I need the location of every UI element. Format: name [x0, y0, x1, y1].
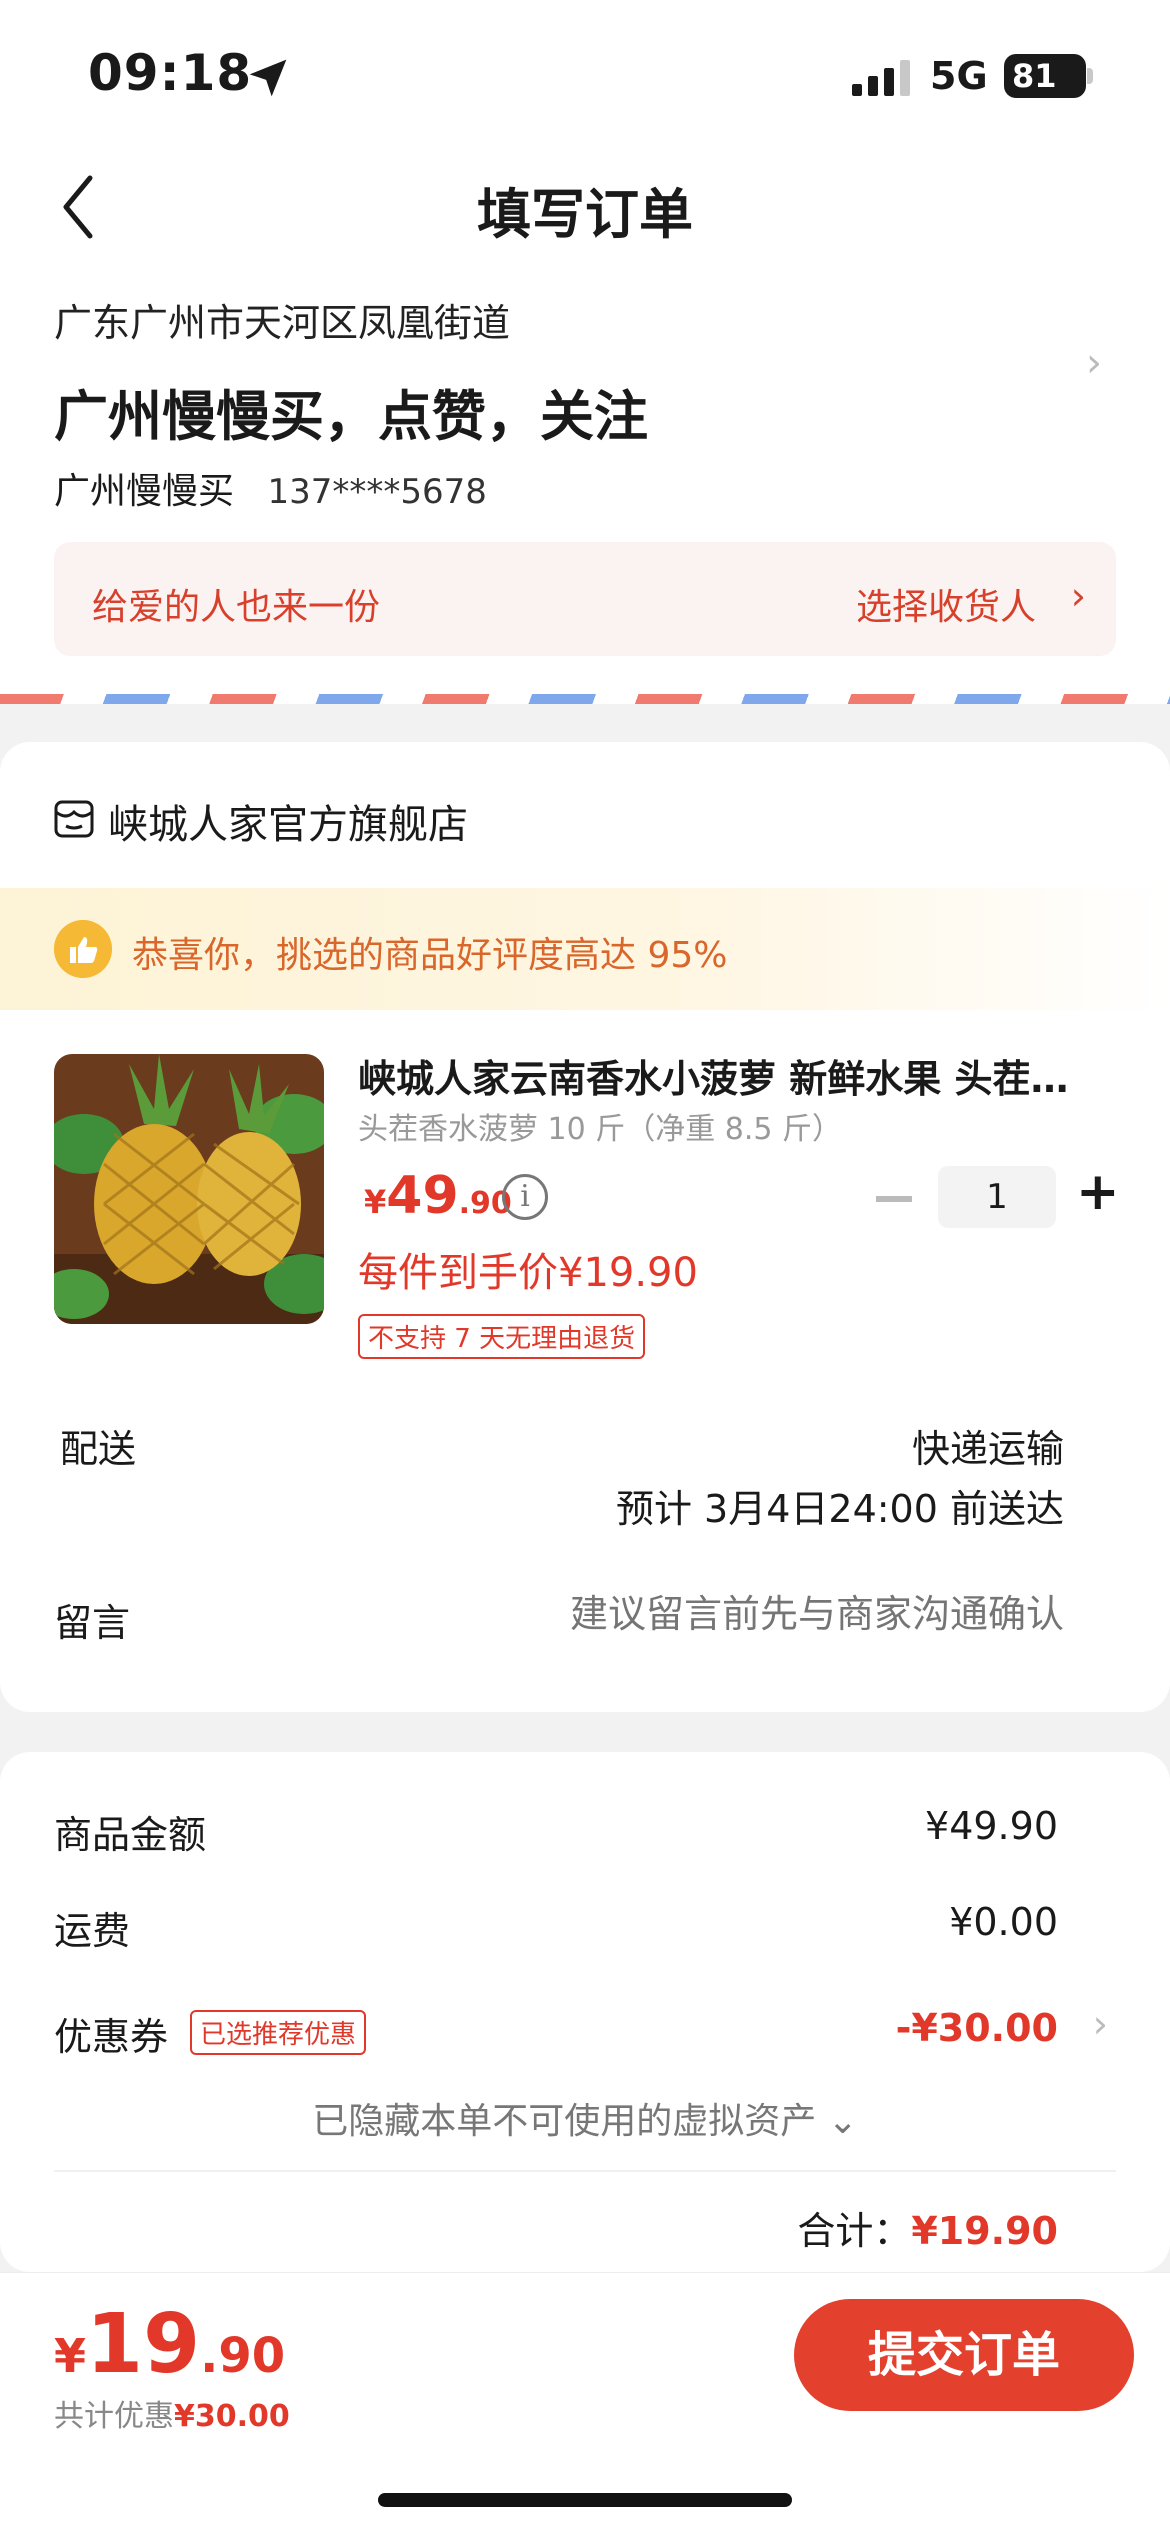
goods-amount-value: ¥49.90: [925, 1804, 1058, 1848]
price-integer: 49: [386, 1166, 459, 1226]
address-detail[interactable]: 广州慢慢买，点赞，关注: [54, 372, 648, 451]
recipient-name: 广州慢慢买: [54, 471, 235, 512]
discount-value: ¥30.00: [174, 2399, 290, 2434]
freight-value: ¥0.00: [949, 1900, 1058, 1944]
product-title[interactable]: 峡城人家云南香水小菠萝 新鲜水果 头茬…: [358, 1048, 1118, 1103]
unit-price: 每件到手价¥19.90: [358, 1250, 698, 1296]
coupon-label[interactable]: 优惠券: [54, 2006, 168, 2061]
chevron-right-icon[interactable]: ›: [1093, 2002, 1108, 2046]
bottom-price-decimal: .90: [200, 2328, 286, 2384]
store-card: 峡城人家官方旗舰店 恭喜你，挑选的商品好评度高达 95% 峡城人家云南香水小菠萝…: [0, 742, 1170, 1712]
quantity-input[interactable]: 1: [938, 1166, 1056, 1228]
summary-card: 商品金额 ¥49.90 运费 ¥0.00 优惠券 已选推荐优惠 -¥30.00 …: [0, 1752, 1170, 2272]
discount-label: 共计优惠: [54, 2399, 174, 2434]
coupon-tag: 已选推荐优惠: [190, 2010, 367, 2055]
select-recipient-link[interactable]: 选择收货人: [856, 578, 1036, 630]
product-price: ¥49.90: [364, 1166, 512, 1226]
hidden-assets-toggle[interactable]: 已隐藏本单不可使用的虚拟资产 ⌄: [0, 2092, 1170, 2144]
coupon-value[interactable]: -¥30.00: [896, 2006, 1058, 2050]
status-time: 09:18: [88, 44, 253, 102]
thumbs-up-icon: [54, 920, 112, 978]
signal-icon: [852, 60, 910, 96]
praise-text: 恭喜你，挑选的商品好评度高达 95%: [132, 935, 728, 976]
shipping-method: 快递运输: [911, 1427, 1064, 1471]
page-title: 填写订单: [477, 183, 693, 246]
quantity-minus-button[interactable]: [876, 1196, 912, 1202]
product-spec: 头茬香水菠萝 10 斤（净重 8.5 斤）: [358, 1112, 843, 1147]
home-indicator[interactable]: [378, 2493, 792, 2507]
chevron-right-icon: ›: [1070, 574, 1086, 618]
total-value: ¥19.90: [911, 2209, 1058, 2253]
product-image[interactable]: [54, 1054, 324, 1324]
no-return-badge: 不支持 7 天无理由退货: [358, 1314, 646, 1359]
address-contact[interactable]: 广州慢慢买 137****5678: [54, 462, 487, 514]
envelope-border: [0, 694, 1170, 704]
bottom-price-symbol: ¥: [54, 2329, 87, 2383]
message-input[interactable]: [424, 1592, 1064, 1636]
bottom-bar: ¥19.90 共计优惠¥30.00 提交订单: [0, 2272, 1170, 2532]
store-icon: [54, 800, 94, 838]
gift-text: 给爱的人也来一份: [92, 587, 381, 628]
address-region[interactable]: 广东广州市天河区凤凰街道: [54, 292, 510, 347]
total-label: 合计：: [797, 2209, 912, 2253]
chevron-right-icon[interactable]: ›: [1086, 340, 1102, 386]
location-arrow-icon: [249, 59, 287, 97]
message-label: 留言: [54, 1601, 131, 1645]
shipping-eta: 预计 3月4日24:00 前送达: [615, 1487, 1064, 1531]
goods-amount-label: 商品金额: [54, 1813, 207, 1857]
battery-cap: [1087, 68, 1093, 84]
store-name[interactable]: 峡城人家官方旗舰店: [108, 792, 468, 850]
quantity-plus-button[interactable]: +: [1076, 1162, 1120, 1222]
praise-bar: 恭喜你，挑选的商品好评度高达 95%: [0, 888, 1170, 1010]
submit-order-button[interactable]: 提交订单: [794, 2299, 1134, 2411]
network-label: 5G: [930, 54, 988, 98]
divider: [54, 2170, 1116, 2172]
bottom-price: ¥19.90: [54, 2297, 285, 2392]
total-row: 合计：¥19.90: [797, 2200, 1058, 2255]
freight-label: 运费: [54, 1909, 131, 1953]
price-symbol: ¥: [364, 1183, 387, 1221]
bottom-discount: 共计优惠¥30.00: [54, 2391, 290, 2435]
shipping-label: 配送: [60, 1427, 137, 1471]
info-icon[interactable]: i: [502, 1174, 548, 1220]
battery-icon: 81: [1004, 54, 1086, 98]
recipient-phone: 137****5678: [267, 472, 487, 512]
gift-bar[interactable]: 给爱的人也来一份 选择收货人 ›: [54, 542, 1116, 656]
bottom-price-integer: 19: [86, 2297, 201, 2392]
